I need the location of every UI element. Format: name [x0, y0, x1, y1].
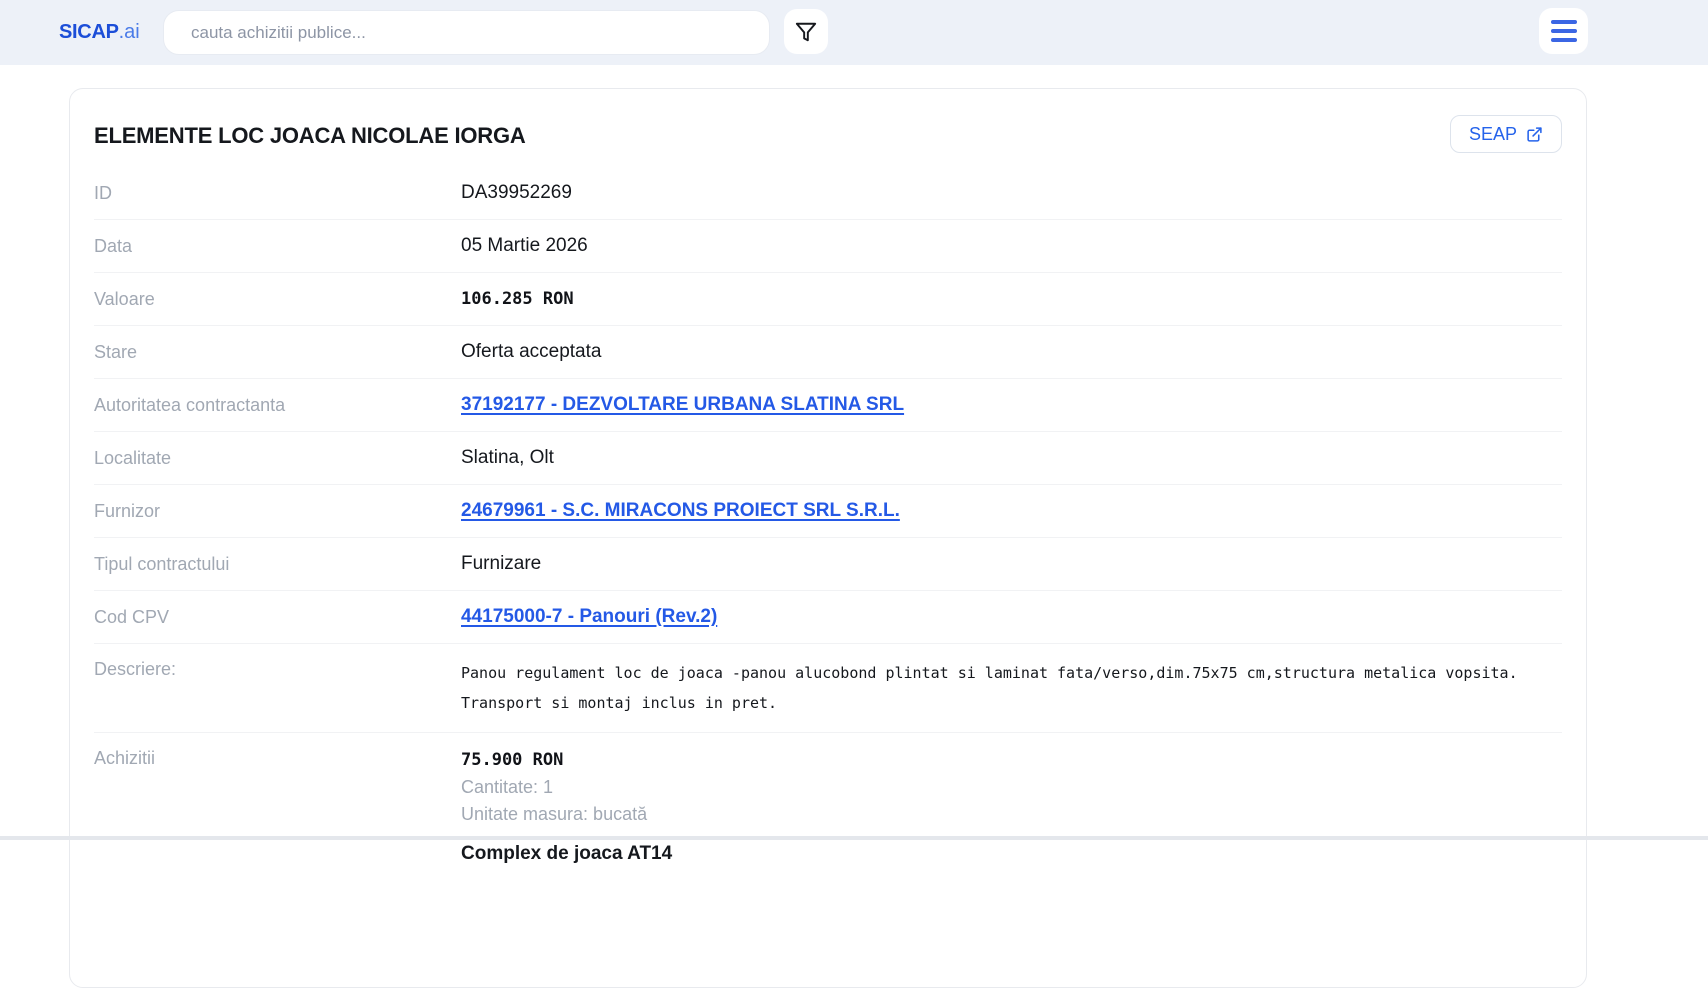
detail-row: Data05 Martie 2026 — [94, 220, 1562, 273]
row-value: Furnizare — [461, 553, 541, 575]
row-value: 106.285 RON — [461, 288, 574, 310]
row-value: Oferta acceptata — [461, 341, 601, 363]
row-value: 44175000-7 - Panouri (Rev.2) — [461, 606, 717, 628]
row-value: Panou regulament loc de joaca -panou alu… — [461, 658, 1518, 718]
detail-row: Descriere:Panou regulament loc de joaca … — [94, 644, 1562, 733]
purchase-quantity: Cantitate: 1 — [461, 774, 672, 801]
row-label: Cod CPV — [94, 606, 461, 628]
description-line: Transport si montaj inclus in pret. — [461, 688, 1518, 718]
row-value: 75.900 RONCantitate: 1Unitate masura: bu… — [461, 747, 672, 866]
row-label: Furnizor — [94, 500, 461, 522]
search-input[interactable] — [163, 10, 770, 55]
row-label: Autoritatea contractanta — [94, 394, 461, 416]
detail-row: LocalitateSlatina, Olt — [94, 432, 1562, 485]
row-label: Data — [94, 235, 461, 257]
filter-button[interactable] — [784, 9, 828, 54]
row-link[interactable]: 24679961 - S.C. MIRACONS PROIECT SRL S.R… — [461, 500, 900, 521]
hamburger-icon — [1551, 20, 1577, 42]
menu-button[interactable] — [1539, 8, 1588, 54]
detail-row: IDDA39952269 — [94, 167, 1562, 220]
row-link[interactable]: 37192177 - DEZVOLTARE URBANA SLATINA SRL — [461, 394, 904, 415]
detail-row: Valoare106.285 RON — [94, 273, 1562, 326]
row-value: 05 Martie 2026 — [461, 235, 588, 257]
row-value: Slatina, Olt — [461, 447, 554, 469]
purchase-item-name: Complex de joaca AT14 — [461, 842, 672, 866]
row-link[interactable]: 44175000-7 - Panouri (Rev.2) — [461, 606, 717, 627]
funnel-icon — [795, 21, 817, 43]
sicap-logo[interactable]: SICAP.ai — [59, 0, 140, 65]
bottom-edge — [0, 836, 1708, 840]
row-value: 24679961 - S.C. MIRACONS PROIECT SRL S.R… — [461, 500, 900, 522]
page-title: ELEMENTE LOC JOACA NICOLAE IORGA — [94, 115, 526, 149]
value-amount: 106.285 RON — [461, 289, 574, 309]
logo-suffix: .ai — [119, 21, 140, 44]
row-label: Stare — [94, 341, 461, 363]
row-label: Localitate — [94, 447, 461, 469]
top-bar: SICAP.ai — [0, 0, 1708, 65]
external-link-icon — [1526, 126, 1543, 143]
row-label: Tipul contractului — [94, 553, 461, 575]
detail-row: StareOferta acceptata — [94, 326, 1562, 379]
row-label: Achizitii — [94, 747, 461, 769]
row-label: Valoare — [94, 288, 461, 310]
purchase-unit: Unitate masura: bucată — [461, 801, 672, 828]
row-label: Descriere: — [94, 658, 461, 680]
detail-rows: IDDA39952269Data05 Martie 2026Valoare106… — [94, 167, 1562, 880]
purchase-price: 75.900 RON — [461, 747, 672, 774]
detail-row: Tipul contractuluiFurnizare — [94, 538, 1562, 591]
detail-row: Furnizor24679961 - S.C. MIRACONS PROIECT… — [94, 485, 1562, 538]
description-line: Panou regulament loc de joaca -panou alu… — [461, 658, 1518, 688]
row-label: ID — [94, 182, 461, 204]
detail-row: Autoritatea contractanta37192177 - DEZVO… — [94, 379, 1562, 432]
detail-row: Achizitii75.900 RONCantitate: 1Unitate m… — [94, 733, 1562, 880]
card-header: ELEMENTE LOC JOACA NICOLAE IORGA SEAP — [94, 115, 1562, 153]
detail-row: Cod CPV44175000-7 - Panouri (Rev.2) — [94, 591, 1562, 644]
procurement-card: ELEMENTE LOC JOACA NICOLAE IORGA SEAP ID… — [69, 88, 1587, 988]
row-value: 37192177 - DEZVOLTARE URBANA SLATINA SRL — [461, 394, 904, 416]
logo-brand: SICAP — [59, 21, 119, 44]
row-value: DA39952269 — [461, 182, 572, 204]
seap-button[interactable]: SEAP — [1450, 115, 1562, 153]
seap-button-label: SEAP — [1469, 124, 1517, 145]
